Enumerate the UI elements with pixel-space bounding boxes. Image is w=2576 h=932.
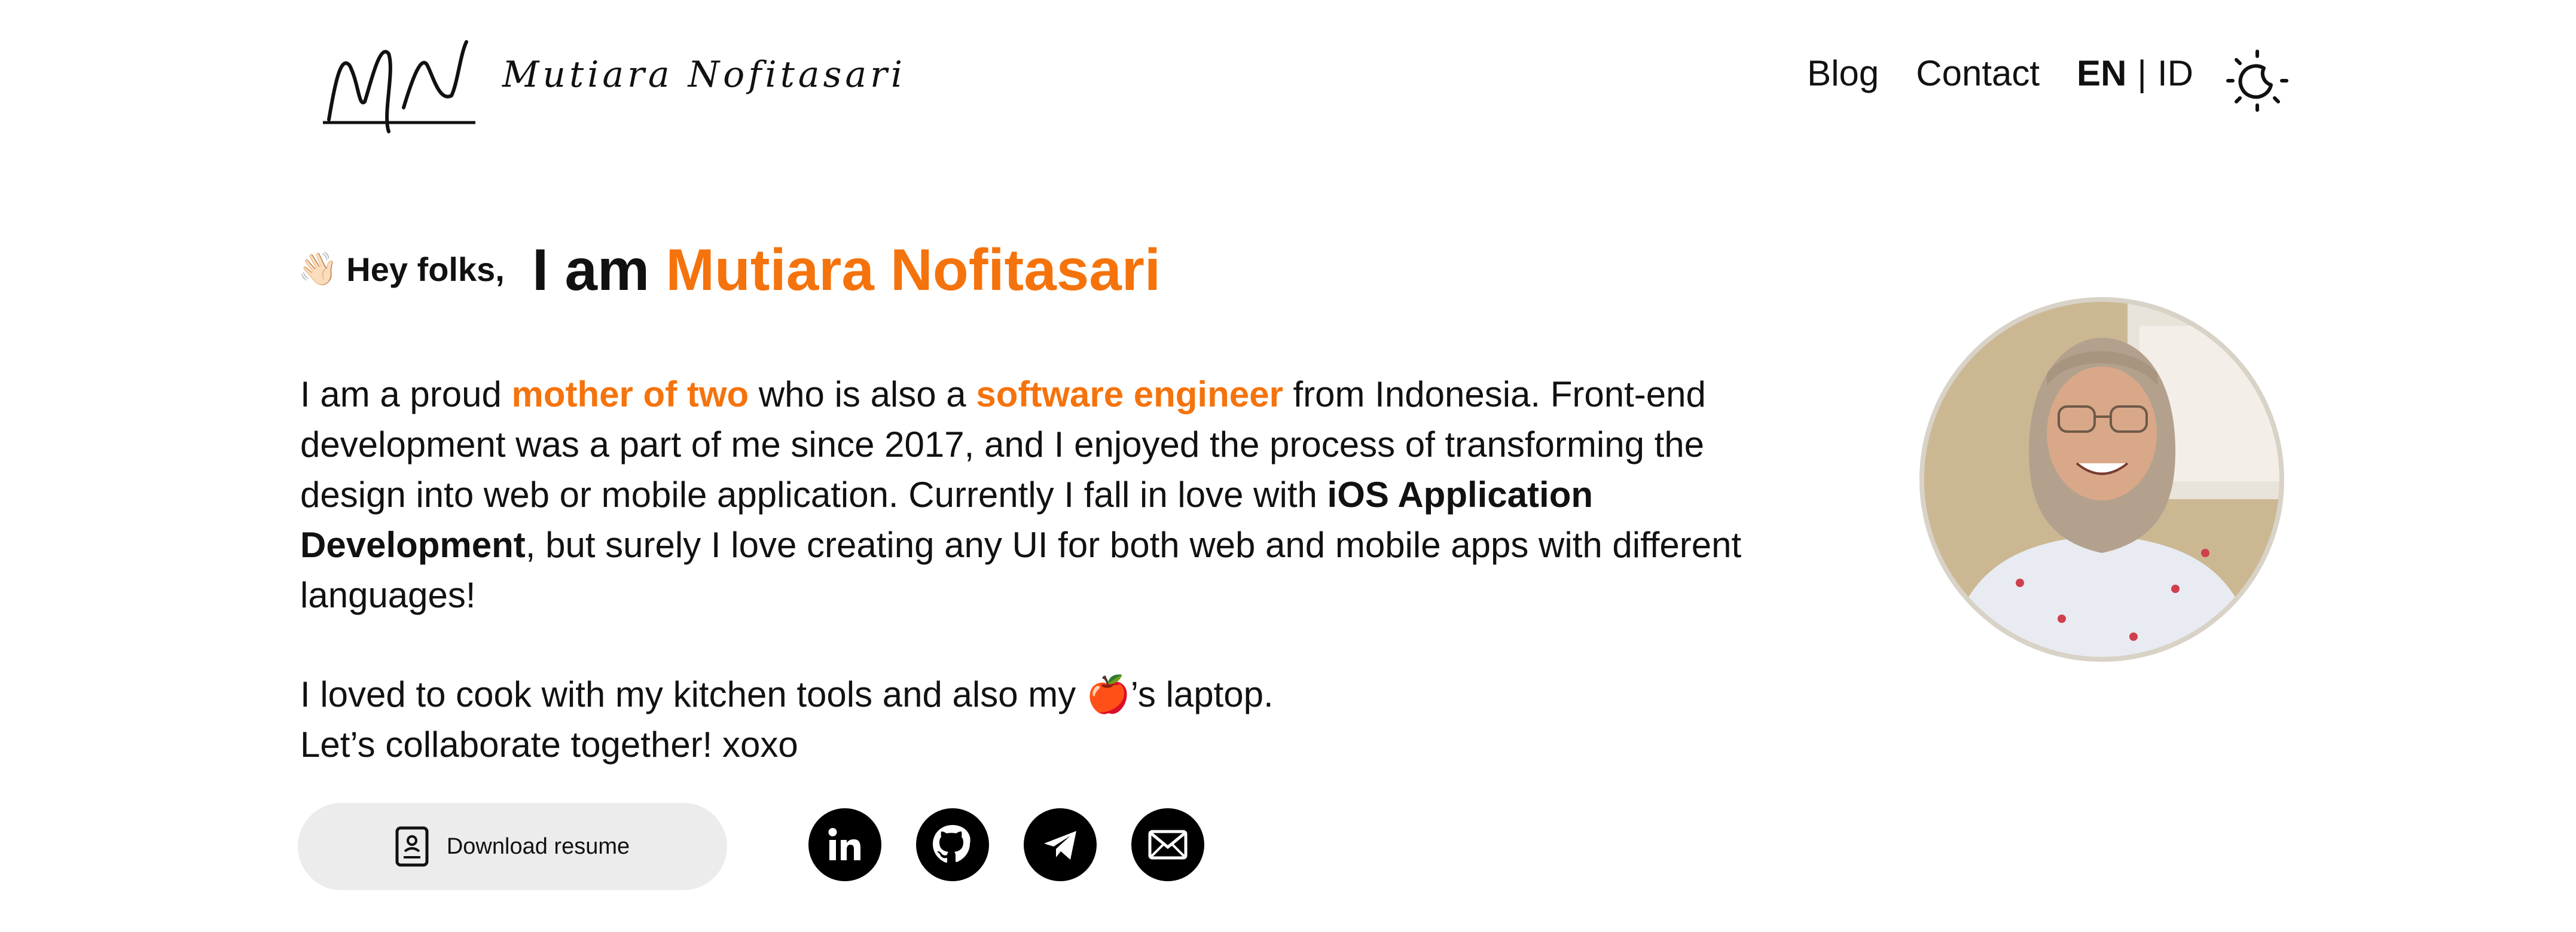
profile-avatar bbox=[1919, 297, 2284, 662]
bio-collab-line: Let’s collaborate together! xoxo bbox=[300, 725, 798, 765]
social-links bbox=[808, 808, 1239, 881]
theme-toggle-button[interactable] bbox=[2224, 48, 2290, 114]
bio-text: who is also a bbox=[749, 374, 976, 414]
bio-highlight-engineer: software engineer bbox=[976, 374, 1283, 414]
telegram-link[interactable] bbox=[1024, 808, 1097, 881]
bio-paragraph: I am a proud mother of two who is also a… bbox=[300, 369, 1747, 621]
email-icon bbox=[1148, 830, 1188, 860]
logo-wordmark[interactable]: Mutiara Nofitasari bbox=[502, 54, 906, 96]
nav-link-blog[interactable]: Blog bbox=[1807, 53, 1879, 94]
top-nav: Blog Contact EN | ID bbox=[1807, 53, 2193, 94]
bio-highlight-mother: mother of two bbox=[511, 374, 749, 414]
bio-outro: I loved to cook with my kitchen tools an… bbox=[300, 670, 1274, 770]
hero-title-prefix: I am bbox=[532, 237, 666, 302]
bio-text: I am a proud bbox=[300, 374, 512, 414]
hero-title: I am Mutiara Nofitasari bbox=[532, 236, 1161, 304]
lang-id[interactable]: ID bbox=[2157, 53, 2193, 94]
hero-name: Mutiara Nofitasari bbox=[666, 237, 1161, 302]
bio-text: I loved to cook with my kitchen tools an… bbox=[300, 674, 1086, 714]
wave-icon: 👋🏻 bbox=[298, 251, 338, 287]
download-resume-label: Download resume bbox=[446, 833, 630, 859]
linkedin-link[interactable] bbox=[808, 808, 881, 881]
telegram-icon bbox=[1044, 831, 1076, 860]
moon-sun-icon bbox=[2226, 50, 2288, 112]
apple-icon: 🍎 bbox=[1085, 674, 1131, 714]
lang-en[interactable]: EN bbox=[2077, 53, 2126, 94]
download-resume-button[interactable]: Download resume bbox=[298, 803, 727, 890]
greeting-text: Hey folks, bbox=[346, 250, 505, 288]
logo-icon[interactable] bbox=[323, 30, 478, 137]
bio-cook-line: I loved to cook with my kitchen tools an… bbox=[300, 670, 1274, 720]
bio-text: ’s laptop. bbox=[1130, 674, 1274, 714]
language-switcher: EN | ID bbox=[2077, 53, 2193, 94]
resume-doc-icon bbox=[395, 826, 429, 867]
lang-separator: | bbox=[2137, 53, 2147, 93]
linkedin-icon bbox=[828, 828, 860, 860]
page: Mutiara Nofitasari Blog Contact EN | ID … bbox=[0, 0, 2576, 932]
github-icon bbox=[933, 825, 970, 863]
email-link[interactable] bbox=[1131, 808, 1204, 881]
github-link[interactable] bbox=[916, 808, 989, 881]
nav-link-contact[interactable]: Contact bbox=[1916, 53, 2040, 94]
greeting: 👋🏻 Hey folks, bbox=[298, 250, 505, 289]
